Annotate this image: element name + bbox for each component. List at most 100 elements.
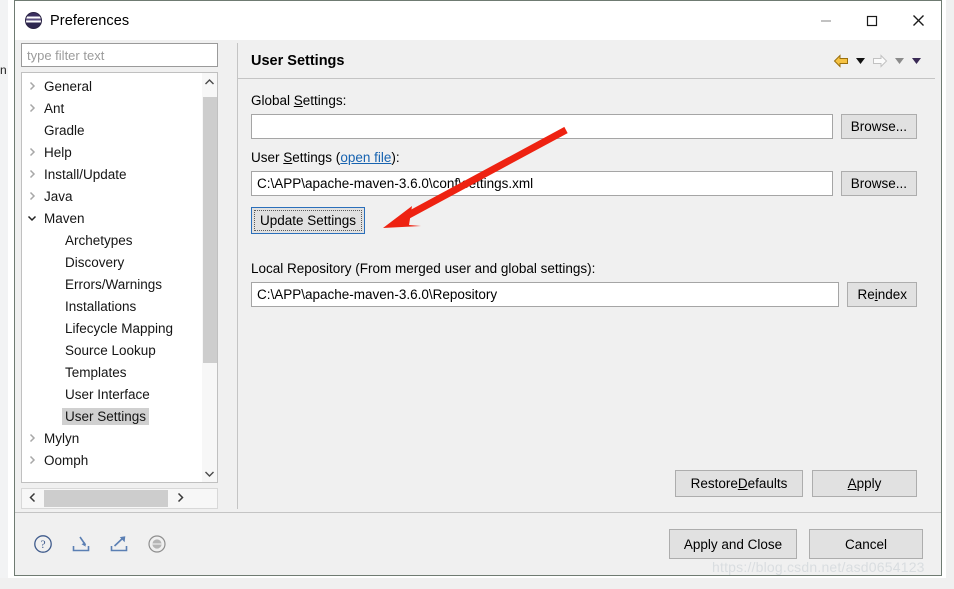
tree-item-ant[interactable]: Ant bbox=[22, 97, 202, 119]
cancel-button[interactable]: Cancel bbox=[809, 529, 923, 559]
global-settings-input[interactable] bbox=[251, 114, 833, 139]
local-repository-block: Local Repository (From merged user and g… bbox=[251, 261, 917, 307]
help-icon[interactable]: ? bbox=[31, 532, 55, 556]
title-bar: Preferences bbox=[15, 1, 941, 40]
forward-arrow-icon[interactable] bbox=[871, 52, 889, 70]
tree-item-installations[interactable]: Installations bbox=[22, 295, 202, 317]
tree-item-label: User Settings bbox=[62, 407, 150, 425]
tree-item-label: Errors/Warnings bbox=[65, 276, 163, 292]
tree-item-user-settings[interactable]: User Settings bbox=[22, 405, 202, 427]
local-repository-row: C:\APP\apache-maven-3.6.0\Repository Re i… bbox=[251, 282, 917, 307]
tree-item-errors-warnings[interactable]: Errors/Warnings bbox=[22, 273, 202, 295]
global-settings-label-pre: Global bbox=[251, 93, 294, 108]
back-menu-caret-down-icon[interactable] bbox=[854, 52, 867, 70]
user-settings-label-mnemonic: S bbox=[283, 150, 293, 165]
tree-vertical-scroll-thumb[interactable] bbox=[203, 97, 217, 363]
chevron-left-icon[interactable] bbox=[22, 492, 42, 506]
restore-defaults-post: efaults bbox=[747, 476, 788, 491]
chevron-right-icon[interactable] bbox=[22, 191, 41, 201]
tree-item-general[interactable]: General bbox=[22, 75, 202, 97]
user-settings-row: C:\APP\apache-maven-3.6.0\conf\settings.… bbox=[251, 171, 917, 196]
tree-item-maven[interactable]: Maven bbox=[22, 207, 202, 229]
preferences-tree[interactable]: General Ant Gradle Help Install/Update Java Ma… bbox=[21, 72, 218, 483]
import-icon[interactable] bbox=[69, 532, 93, 556]
tree-item-oomph[interactable]: Oomph bbox=[22, 449, 202, 471]
reindex-label-pre: Re bbox=[857, 287, 875, 302]
tree-item-java[interactable]: Java bbox=[22, 185, 202, 207]
chevron-right-icon[interactable] bbox=[22, 81, 41, 91]
pane-body: Global Settings: Browse... User Settings… bbox=[238, 79, 935, 509]
user-settings-label: User Settings (open file): bbox=[251, 150, 917, 165]
open-file-link[interactable]: open file bbox=[340, 150, 391, 165]
global-settings-label-mnemonic: S bbox=[293, 93, 303, 108]
tree-item-help[interactable]: Help bbox=[22, 141, 202, 163]
tree-item-discovery[interactable]: Discovery bbox=[22, 251, 202, 273]
restore-defaults-pre: Restore bbox=[690, 476, 738, 491]
reindex-button[interactable]: Re i ndex bbox=[847, 282, 917, 307]
filter-input[interactable] bbox=[21, 43, 218, 67]
local-repository-input[interactable]: C:\APP\apache-maven-3.6.0\Repository bbox=[251, 282, 840, 307]
tree-item-label: General bbox=[44, 78, 93, 94]
tree-item-label: Help bbox=[44, 144, 72, 160]
tree-item-user-interface[interactable]: User Interface bbox=[22, 383, 202, 405]
local-repository-label: Local Repository (From merged user and g… bbox=[251, 261, 596, 276]
update-settings-button[interactable]: Update Settings bbox=[251, 207, 366, 234]
global-settings-row: Browse... bbox=[251, 114, 917, 139]
maximize-button[interactable] bbox=[849, 1, 895, 40]
apply-and-close-button[interactable]: Apply and Close bbox=[669, 529, 797, 559]
chevron-right-icon[interactable] bbox=[22, 147, 41, 157]
tree-item-archetypes[interactable]: Archetypes bbox=[22, 229, 202, 251]
chevron-right-icon[interactable] bbox=[22, 433, 41, 443]
tree-item-label: Lifecycle Mapping bbox=[65, 320, 174, 336]
footer-buttons: Apply and Close Cancel bbox=[669, 529, 923, 559]
forward-menu-caret-down-icon[interactable] bbox=[893, 52, 906, 70]
tree-item-lifecycle-mapping[interactable]: Lifecycle Mapping bbox=[22, 317, 202, 339]
tree-item-label: Ant bbox=[44, 100, 65, 116]
apply-button[interactable]: Apply bbox=[812, 470, 917, 497]
user-settings-input[interactable]: C:\APP\apache-maven-3.6.0\conf\settings.… bbox=[251, 171, 833, 196]
chevron-right-icon[interactable] bbox=[22, 169, 41, 179]
restore-defaults-button[interactable]: Restore Defaults bbox=[675, 470, 803, 497]
tree-item-templates[interactable]: Templates bbox=[22, 361, 202, 383]
user-settings-label-mid: ettings ( bbox=[292, 150, 341, 165]
chevron-down-icon[interactable] bbox=[22, 213, 41, 223]
restore-defaults-mnemonic: D bbox=[737, 476, 748, 491]
global-settings-browse-button[interactable]: Browse... bbox=[840, 114, 917, 139]
window-controls bbox=[803, 1, 941, 40]
tree-item-source-lookup[interactable]: Source Lookup bbox=[22, 339, 202, 361]
svg-text:?: ? bbox=[40, 539, 45, 551]
tree-item-label: User Interface bbox=[65, 386, 150, 402]
back-arrow-icon[interactable] bbox=[832, 52, 850, 70]
tree-item-label: Install/Update bbox=[44, 166, 127, 182]
chevron-right-icon[interactable] bbox=[22, 455, 41, 465]
background-left-text: n bbox=[0, 63, 7, 77]
background-left-edge bbox=[0, 0, 8, 589]
oomph-recorder-icon[interactable] bbox=[145, 532, 169, 556]
tree-item-install-update[interactable]: Install/Update bbox=[22, 163, 202, 185]
export-icon[interactable] bbox=[107, 532, 131, 556]
tree-item-label: Source Lookup bbox=[65, 342, 156, 358]
chevron-right-icon[interactable] bbox=[170, 492, 190, 506]
view-menu-caret-down-icon[interactable] bbox=[910, 52, 923, 70]
tree-item-label: Archetypes bbox=[65, 232, 133, 248]
tree-vertical-scrollbar[interactable] bbox=[201, 73, 217, 482]
user-settings-label-post: ): bbox=[391, 150, 400, 165]
eclipse-logo-icon bbox=[25, 12, 42, 29]
tree-item-label: Oomph bbox=[44, 452, 89, 468]
settings-pane: User Settings Global Settings: Browse...… bbox=[237, 43, 935, 509]
dialog-content: General Ant Gradle Help Install/Update Java Ma… bbox=[15, 40, 941, 513]
tree-item-mylyn[interactable]: Mylyn bbox=[22, 427, 202, 449]
tree-item-label: Mylyn bbox=[44, 430, 80, 446]
tree-horizontal-scroll-thumb[interactable] bbox=[44, 490, 168, 507]
close-button[interactable] bbox=[895, 1, 941, 40]
tree-horizontal-scrollbar[interactable] bbox=[21, 488, 218, 509]
preferences-tree-list: General Ant Gradle Help Install/Update Java Ma… bbox=[22, 73, 202, 482]
tree-item-label: Discovery bbox=[65, 254, 125, 270]
minimize-button[interactable] bbox=[803, 1, 849, 40]
chevron-down-icon[interactable] bbox=[202, 465, 217, 482]
chevron-right-icon[interactable] bbox=[22, 103, 41, 113]
tree-item-label: Installations bbox=[65, 298, 137, 314]
user-settings-browse-button[interactable]: Browse... bbox=[840, 171, 917, 196]
chevron-up-icon[interactable] bbox=[202, 73, 217, 90]
tree-item-gradle[interactable]: Gradle bbox=[22, 119, 202, 141]
